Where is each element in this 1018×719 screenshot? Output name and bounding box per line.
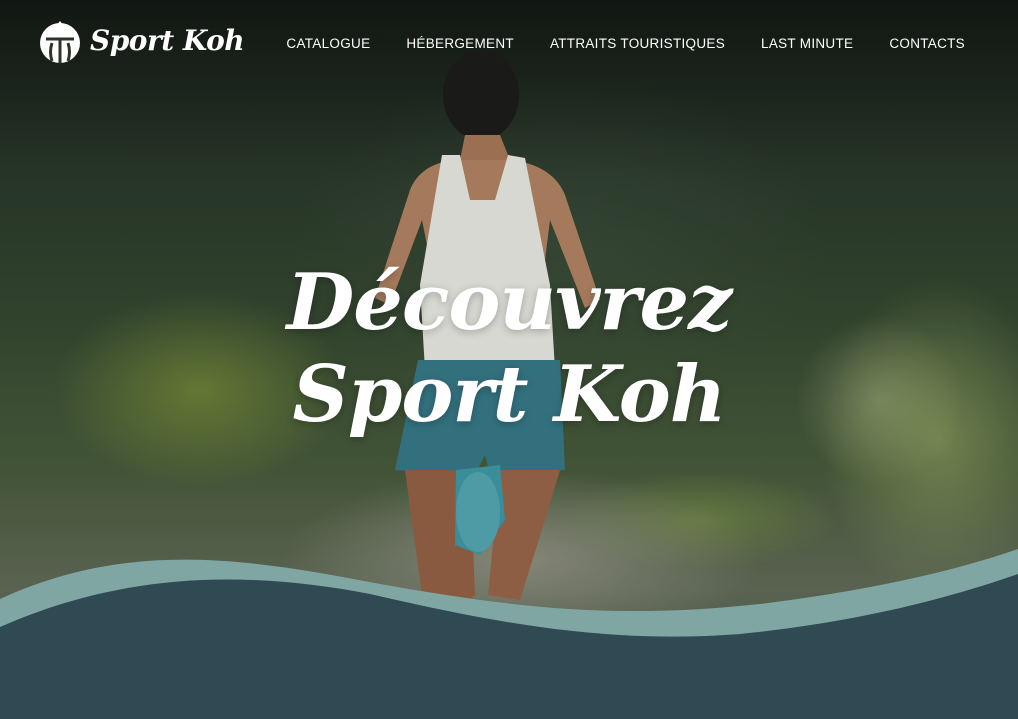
mountain-icon: [40, 21, 80, 63]
hero-wave: [0, 549, 1018, 719]
nav-item-hebergement[interactable]: HÉBERGEMENT: [406, 36, 514, 51]
nav-item-contacts[interactable]: CONTACTS: [889, 36, 965, 51]
main-nav: CATALOGUE HÉBERGEMENT ATTRAITS TOURISTIQ…: [286, 36, 965, 51]
hero-title-line-2: Sport Koh: [292, 349, 727, 441]
nav-item-last-minute[interactable]: LAST MINUTE: [761, 36, 853, 51]
nav-item-catalogue[interactable]: CATALOGUE: [286, 36, 370, 51]
brand-logo[interactable]: Sport Koh: [38, 19, 245, 63]
hero-title: Découvrez Sport Koh: [0, 257, 1018, 441]
nav-item-attraits-touristiques[interactable]: ATTRAITS TOURISTIQUES: [550, 36, 725, 51]
brand-name: Sport Koh: [90, 24, 245, 57]
site-header: Sport Koh CATALOGUE HÉBERGEMENT ATTRAITS…: [0, 0, 1018, 88]
hero-title-line-1: Découvrez: [286, 257, 733, 349]
